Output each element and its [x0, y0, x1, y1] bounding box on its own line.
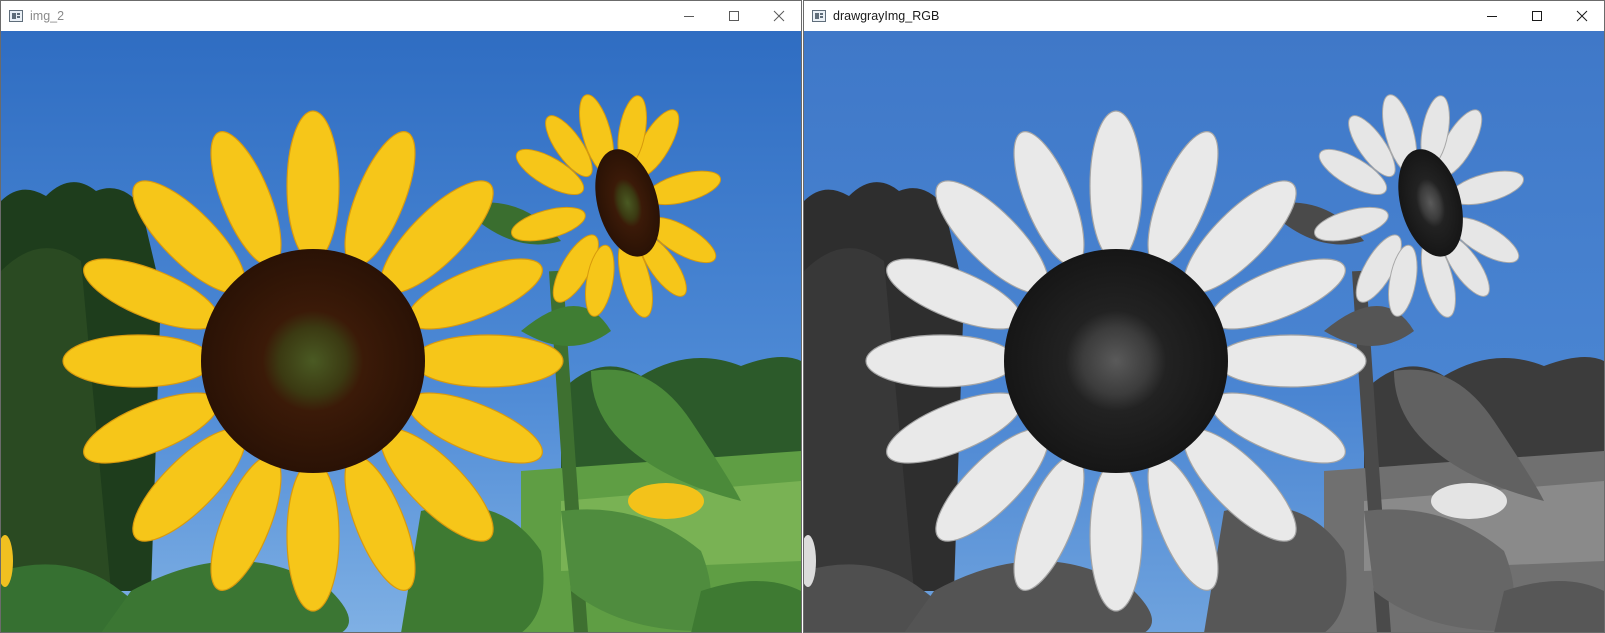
sunflower-image — [1, 31, 801, 633]
minimize-icon — [684, 16, 694, 17]
minimize-button[interactable] — [1469, 1, 1515, 31]
maximize-button[interactable] — [1514, 1, 1560, 31]
image-canvas — [804, 31, 1604, 633]
close-button[interactable] — [1559, 1, 1605, 31]
app-window-icon — [812, 10, 826, 22]
window-img-2: img_2 — [0, 0, 802, 633]
close-button[interactable] — [756, 1, 802, 31]
title-bar[interactable]: drawgrayImg_RGB — [804, 0, 1604, 31]
close-icon — [773, 10, 785, 22]
minimize-icon — [1487, 16, 1497, 17]
title-bar[interactable]: img_2 — [1, 0, 801, 31]
window-title: drawgrayImg_RGB — [833, 9, 940, 23]
maximize-button[interactable] — [711, 1, 757, 31]
maximize-icon — [729, 11, 739, 21]
maximize-icon — [1532, 11, 1542, 21]
grayscale-sunflower-image — [804, 31, 1604, 633]
minimize-button[interactable] — [666, 1, 712, 31]
image-canvas — [1, 31, 801, 633]
window-drawgrayimg-rgb: drawgrayImg_RGB — [803, 0, 1605, 633]
window-title: img_2 — [30, 9, 65, 23]
close-icon — [1576, 10, 1588, 22]
app-window-icon — [9, 10, 23, 22]
